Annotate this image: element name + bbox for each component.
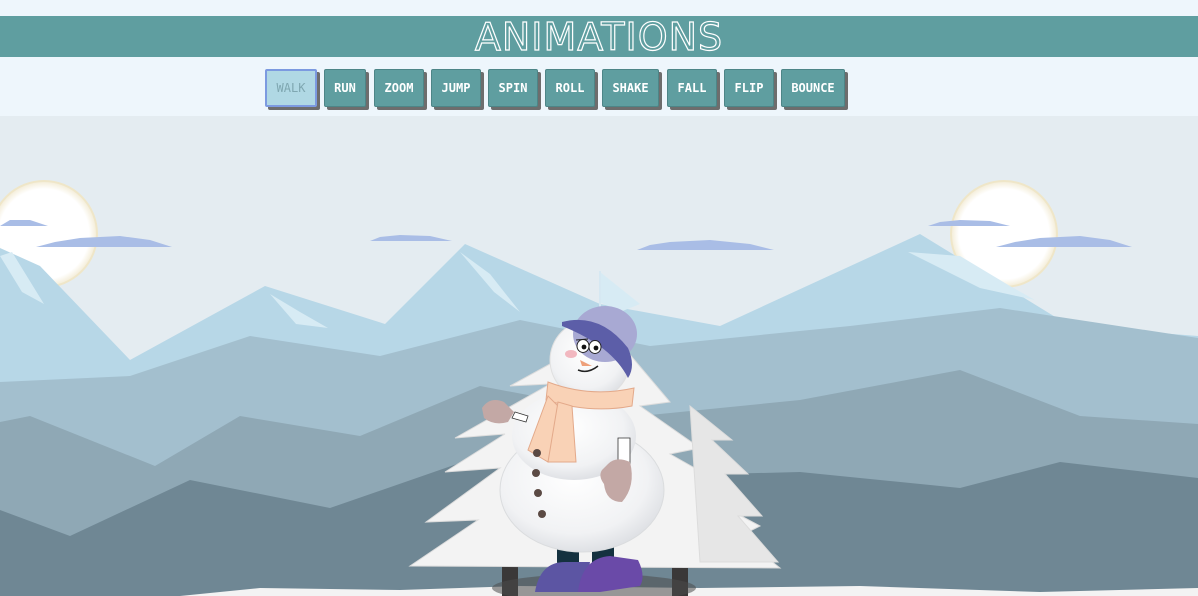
bounce-button[interactable]: BOUNCE	[781, 69, 845, 107]
scene-canvas	[0, 116, 1198, 596]
jump-button[interactable]: JUMP	[431, 69, 481, 107]
shake-button[interactable]: SHAKE	[602, 69, 659, 107]
page-title: ANIMATIONS	[474, 15, 724, 59]
winter-scene	[0, 116, 1198, 596]
fall-button[interactable]: FALL	[667, 69, 717, 107]
top-strip	[0, 0, 1198, 16]
animation-toolbar: WALK RUN ZOOM JUMP SPIN ROLL SHAKE FALL …	[0, 57, 1198, 116]
walk-button[interactable]: WALK	[265, 69, 317, 107]
zoom-button[interactable]: ZOOM	[374, 69, 424, 107]
flip-button[interactable]: FLIP	[724, 69, 774, 107]
spin-button[interactable]: SPIN	[488, 69, 538, 107]
title-bar: ANIMATIONS	[0, 15, 1198, 59]
run-button[interactable]: RUN	[324, 69, 366, 107]
roll-button[interactable]: ROLL	[545, 69, 595, 107]
